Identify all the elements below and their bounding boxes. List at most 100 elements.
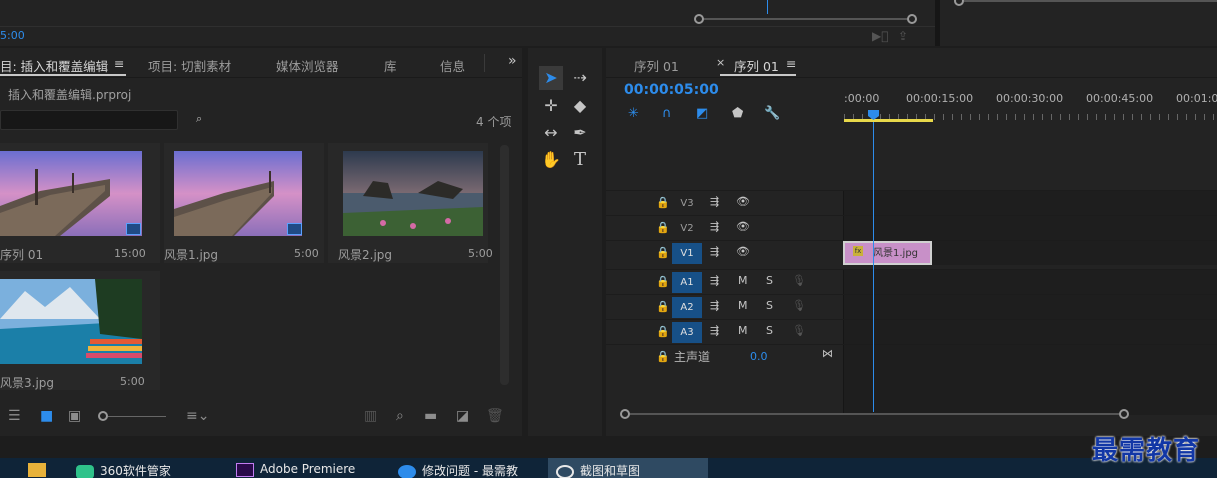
track-name[interactable]: V1	[672, 243, 702, 264]
project-item-landscape2[interactable]: 风景2.jpg 5:00	[328, 143, 493, 263]
track-name[interactable]: A3	[672, 322, 702, 343]
track-lane[interactable]	[843, 295, 1217, 319]
scroll-handle-left[interactable]	[620, 409, 630, 419]
playhead-line[interactable]	[873, 122, 874, 412]
icon-view-icon[interactable]: ■	[40, 408, 53, 424]
project-item-landscape3[interactable]: 风景3.jpg 5:00	[0, 271, 160, 391]
source-timecode[interactable]: 5:00	[0, 29, 25, 42]
solo-button[interactable]: S	[766, 274, 773, 287]
track-lane[interactable]	[843, 216, 1217, 240]
panel-menu-icon[interactable]: ≡	[786, 56, 796, 71]
sync-lock-icon[interactable]: ⇶	[710, 220, 719, 233]
work-area-bar[interactable]	[844, 119, 933, 122]
mute-button[interactable]: M	[738, 274, 748, 287]
lock-icon[interactable]: 🔒	[656, 246, 670, 259]
taskbar-explorer[interactable]	[28, 462, 52, 477]
zoom-slider-handle[interactable]	[98, 411, 108, 421]
tab-sequence-active[interactable]: 序列 01	[734, 56, 779, 75]
mute-button[interactable]: M	[738, 324, 748, 337]
eye-icon[interactable]: 👁	[736, 195, 750, 208]
tab-overflow-icon[interactable]: »	[508, 53, 517, 69]
zoom-slider[interactable]	[108, 416, 166, 417]
lock-icon[interactable]: 🔒	[656, 221, 670, 234]
project-item-sequence[interactable]: 序列 01 15:00	[0, 143, 160, 263]
tab-media-browser[interactable]: 媒体浏览器	[276, 56, 339, 75]
sync-lock-icon[interactable]: ⇶	[710, 299, 719, 312]
zoom-handle-right[interactable]	[907, 14, 917, 24]
taskbar-360[interactable]: 360软件管家	[76, 462, 171, 478]
program-zoom-handle[interactable]	[954, 0, 964, 6]
solo-button[interactable]: S	[766, 324, 773, 337]
go-to-in-out-icon[interactable]: ⋈	[822, 347, 833, 360]
voiceover-mic-icon[interactable]: 🎙	[792, 299, 806, 312]
add-marker-icon[interactable]: ⬟	[732, 106, 743, 121]
track-name[interactable]: A1	[672, 272, 702, 293]
linked-selection-icon[interactable]: ◩	[696, 106, 708, 121]
track-lane[interactable]	[843, 345, 1217, 415]
tab-libraries[interactable]: 库	[384, 56, 397, 75]
taskbar-ie[interactable]: 修改问题 - 最需教	[398, 462, 518, 478]
eye-icon[interactable]: 👁	[736, 245, 750, 258]
ripple-edit-tool-icon[interactable]: ✛	[539, 94, 563, 118]
track-lane[interactable]	[843, 191, 1217, 215]
razor-tool-icon[interactable]: ◆	[568, 94, 592, 118]
voiceover-mic-icon[interactable]: 🎙	[792, 324, 806, 337]
freeform-view-icon[interactable]: ▣	[68, 408, 81, 424]
pen-tool-icon[interactable]: ✒	[568, 121, 592, 145]
track-name[interactable]: V2	[672, 218, 702, 239]
trash-icon[interactable]: 🗑	[486, 408, 504, 424]
automate-to-sequence-icon[interactable]: ▥	[364, 408, 377, 424]
search-input[interactable]	[0, 110, 178, 130]
tab-project-insert-overwrite[interactable]: 目: 插入和覆盖编辑	[0, 56, 108, 75]
type-tool-icon[interactable]: T	[568, 148, 592, 172]
close-tab-icon[interactable]: ×	[716, 56, 725, 69]
sync-lock-icon[interactable]: ⇶	[710, 274, 719, 287]
snap-nest-icon[interactable]: ✳	[628, 106, 639, 121]
sort-icon[interactable]: ≡⌄	[186, 408, 209, 424]
sync-lock-icon[interactable]: ⇶	[710, 324, 719, 337]
track-select-tool-icon[interactable]: ⇢	[568, 66, 592, 90]
lock-icon[interactable]: 🔒	[656, 275, 670, 288]
lock-icon[interactable]: 🔒	[656, 300, 670, 313]
tab-project-cut[interactable]: 项目: 切割素材	[148, 56, 231, 75]
monitor-playhead[interactable]	[767, 0, 768, 14]
new-bin-from-search-icon[interactable]: ⌕	[196, 112, 202, 126]
track-lane[interactable]	[843, 320, 1217, 344]
panel-menu-icon[interactable]: ≡	[114, 56, 124, 71]
sync-lock-icon[interactable]: ⇶	[710, 245, 719, 258]
track-name[interactable]: A2	[672, 297, 702, 318]
sync-lock-icon[interactable]: ⇶	[710, 195, 719, 208]
lock-icon[interactable]: 🔒	[656, 196, 670, 209]
button-editor-icon[interactable]: ⇪	[898, 29, 908, 43]
solo-button[interactable]: S	[766, 299, 773, 312]
export-frame-icon[interactable]: ▶⃣	[872, 29, 888, 43]
eye-icon[interactable]: 👁	[736, 220, 750, 233]
taskbar-premiere[interactable]: Adobe Premiere	[236, 462, 355, 477]
selection-tool-icon[interactable]: ➤	[539, 66, 563, 90]
sequence-timecode[interactable]: 00:00:05:00	[624, 82, 719, 98]
master-volume-value[interactable]: 0.0	[750, 350, 768, 363]
timeline-scrollbar[interactable]	[624, 413, 1124, 415]
hand-tool-icon[interactable]: ✋	[539, 148, 563, 172]
new-bin-icon[interactable]: ▬	[424, 408, 437, 424]
scroll-handle-right[interactable]	[1119, 409, 1129, 419]
voiceover-mic-icon[interactable]: 🎙	[792, 274, 806, 287]
project-scrollbar[interactable]	[500, 145, 509, 385]
monitor-zoom-bar[interactable]	[698, 18, 913, 20]
time-ruler[interactable]: :00:00 00:00:15:00 00:00:30:00 00:00:45:…	[844, 92, 1217, 128]
lock-icon[interactable]: 🔒	[656, 350, 670, 363]
mute-button[interactable]: M	[738, 299, 748, 312]
snap-magnet-icon[interactable]: ∩	[662, 106, 672, 121]
slip-tool-icon[interactable]: ↔	[539, 121, 563, 145]
track-lane[interactable]	[843, 270, 1217, 294]
settings-wrench-icon[interactable]: 🔧	[764, 106, 780, 121]
track-name[interactable]: V3	[672, 193, 702, 214]
list-view-icon[interactable]: ☰	[8, 408, 21, 424]
tab-sequence-inactive[interactable]: 序列 01	[634, 56, 679, 75]
taskbar-snip[interactable]: 截图和草图	[556, 462, 640, 478]
project-item-landscape1[interactable]: 风景1.jpg 5:00	[164, 143, 324, 263]
new-item-icon[interactable]: ◪	[456, 408, 469, 424]
tab-info[interactable]: 信息	[440, 56, 465, 75]
timeline-clip[interactable]: fx 风景1.jpg	[843, 241, 932, 265]
zoom-handle-left[interactable]	[694, 14, 704, 24]
